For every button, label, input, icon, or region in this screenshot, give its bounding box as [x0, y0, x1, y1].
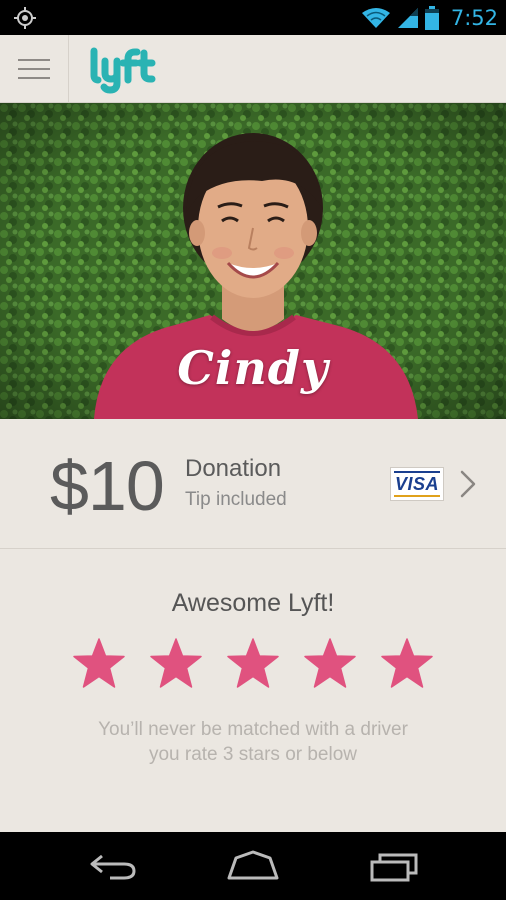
recent-apps-icon[interactable]: [370, 850, 420, 882]
battery-icon: [424, 5, 439, 30]
star-5-icon[interactable]: [380, 637, 434, 689]
payment-row[interactable]: $10 Donation Tip included VISA: [0, 419, 506, 549]
driver-name: Cindy: [177, 341, 329, 395]
rating-section: Awesome Lyft! You’ll never be matched wi…: [0, 549, 506, 832]
visa-card-icon[interactable]: VISA: [390, 467, 444, 501]
star-rating[interactable]: [72, 637, 434, 689]
rating-note-line-1: You’ll never be matched with a driver: [98, 719, 408, 740]
navigation-bar: [0, 832, 506, 900]
rating-note: You’ll never be matched with a driver yo…: [0, 717, 506, 767]
app-bar: [0, 35, 506, 103]
star-4-icon[interactable]: [303, 637, 357, 689]
star-3-icon[interactable]: [226, 637, 280, 689]
star-2-icon[interactable]: [149, 637, 203, 689]
status-time: 7:52: [450, 5, 498, 30]
status-bar: 7:52: [0, 0, 506, 35]
lyft-logo: [90, 47, 156, 94]
chevron-right-icon[interactable]: [458, 469, 478, 499]
rating-title: Awesome Lyft!: [171, 589, 335, 617]
home-icon[interactable]: [226, 850, 280, 882]
donation-label: Donation: [185, 455, 282, 482]
tip-included-label: Tip included: [185, 489, 287, 510]
signal-icon: [397, 7, 418, 28]
wifi-icon: [361, 7, 390, 28]
rating-note-line-2: you rate 3 stars or below: [148, 744, 358, 765]
payment-amount: $10: [50, 447, 165, 525]
location-crosshair-icon: [14, 7, 36, 29]
hamburger-menu-icon[interactable]: [0, 35, 69, 103]
star-1-icon[interactable]: [72, 637, 126, 689]
back-icon[interactable]: [88, 850, 138, 882]
driver-photo: Cindy: [0, 103, 506, 419]
card-brand-label: VISA: [394, 473, 439, 494]
